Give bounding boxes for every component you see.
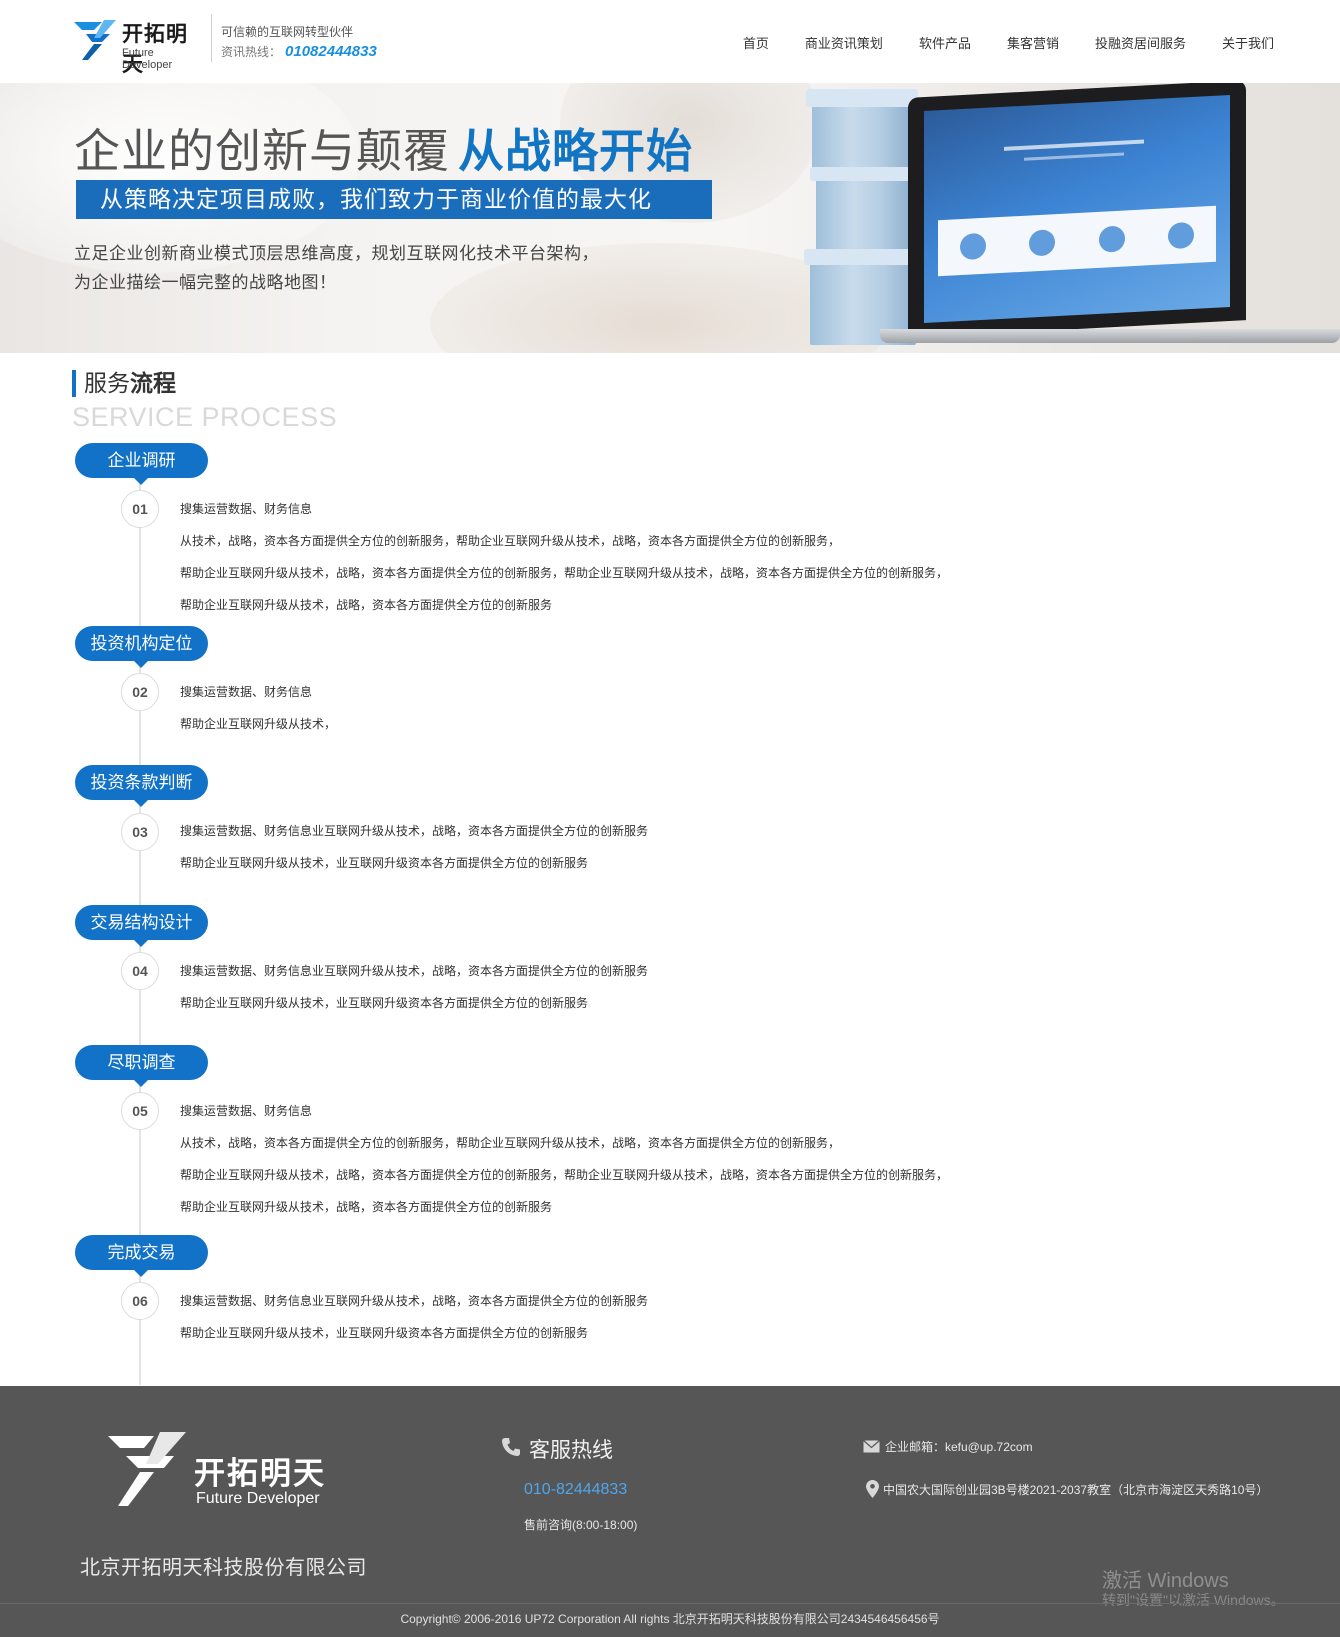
hotline-label: 资讯热线： — [221, 45, 282, 59]
footer-logo-text-en: Future Developer — [196, 1490, 320, 1507]
step-description: 搜集运营数据、财务信息 帮助企业互联网升级从技术， — [180, 676, 1040, 740]
step-line: 搜集运营数据、财务信息 — [180, 1104, 313, 1118]
banner-desc-line-2: 为企业描绘一幅完整的战略地图！ — [74, 273, 337, 292]
banner-title-main: 企业的创新与颠覆 — [74, 125, 450, 177]
step-line: 从技术，战略，资本各方面提供全方位的创新服务，帮助企业互联网升级从技术，战略，资… — [180, 534, 841, 548]
banner-desc-line-1: 立足企业创新商业模式顶层思维高度，规划互联网化技术平台架构， — [74, 244, 599, 263]
footer-company-name: 北京开拓明天科技股份有限公司 — [80, 1557, 367, 1579]
stage-label: 投资机构定位 — [75, 626, 208, 668]
box-1-lid — [806, 89, 918, 107]
step-line: 帮助企业互联网升级从技术， — [180, 717, 337, 731]
nav-item-home[interactable]: 首页 — [743, 33, 769, 52]
laptop-base — [880, 329, 1340, 343]
laptop-screen-line-2 — [1024, 152, 1124, 161]
step-line: 从技术，战略，资本各方面提供全方位的创新服务，帮助企业互联网升级从技术，战略，资… — [180, 1136, 841, 1150]
stage-label: 投资条款判断 — [75, 765, 208, 807]
section-title-bold: 流程 — [130, 370, 176, 396]
stage-label: 完成交易 — [75, 1235, 208, 1277]
header-divider — [211, 14, 212, 62]
step-description: 搜集运营数据、财务信息 从技术，战略，资本各方面提供全方位的创新服务，帮助企业互… — [180, 493, 1040, 621]
laptop-card-icon — [1029, 229, 1056, 257]
step-number: 06 — [121, 1282, 159, 1320]
box-2-lid — [810, 167, 916, 181]
footer-divider — [0, 1603, 1340, 1604]
laptop-card-icon — [1168, 221, 1195, 250]
step-line: 搜集运营数据、财务信息业互联网升级从技术，战略，资本各方面提供全方位的创新服务 — [180, 1294, 649, 1308]
banner-subtitle: 从策略决定项目成败，我们致力于商业价值的最大化 — [76, 180, 712, 219]
step-description: 搜集运营数据、财务信息 从技术，战略，资本各方面提供全方位的创新服务，帮助企业互… — [180, 1095, 1040, 1223]
header-tagline: 可信赖的互联网转型伙伴 — [221, 25, 354, 39]
footer-hotline-number[interactable]: 010-82444833 — [524, 1481, 627, 1499]
hotline-number[interactable]: 01082444833 — [285, 43, 377, 60]
step-number: 04 — [121, 952, 159, 990]
step-line: 帮助企业互联网升级从技术，战略，资本各方面提供全方位的创新服务 — [180, 598, 553, 612]
footer-hotline-title: 客服热线 — [529, 1439, 613, 1462]
stage-label: 尽职调查 — [75, 1045, 208, 1087]
phone-icon — [502, 1438, 520, 1456]
laptop-card-icon — [959, 232, 986, 261]
step-description: 搜集运营数据、财务信息业互联网升级从技术，战略，资本各方面提供全方位的创新服务 … — [180, 955, 1040, 1019]
footer-address: 中国农大国际创业园3B号楼2021-2037教室（北京市海淀区天秀路10号） — [883, 1483, 1269, 1497]
step-description: 搜集运营数据、财务信息业互联网升级从技术，战略，资本各方面提供全方位的创新服务 … — [180, 1285, 1040, 1349]
step-number: 03 — [121, 813, 159, 851]
logo-text-en: Future Developer — [122, 47, 173, 71]
section-subtitle-en: SERVICE PROCESS — [72, 402, 338, 432]
section-title-prefix: 服务 — [84, 370, 130, 396]
nav-item-business-consulting[interactable]: 商业资讯策划 — [805, 33, 883, 52]
site-header: 开拓明天 Future Developer 可信赖的互联网转型伙伴 资讯热线： 0… — [0, 0, 1340, 83]
nav-item-marketing[interactable]: 集客营销 — [1007, 33, 1059, 52]
footer-copyright: Copyright© 2006-2016 UP72 Corporation Al… — [400, 1612, 940, 1626]
logo-icon — [74, 20, 116, 60]
step-line: 帮助企业互联网升级从技术，业互联网升级资本各方面提供全方位的创新服务 — [180, 856, 589, 870]
mail-icon — [863, 1440, 880, 1453]
laptop-screen-line — [1004, 139, 1144, 151]
step-line: 搜集运营数据、财务信息业互联网升级从技术，战略，资本各方面提供全方位的创新服务 — [180, 824, 649, 838]
site-footer: 开拓明天 Future Developer 北京开拓明天科技股份有限公司 客服热… — [0, 1386, 1340, 1637]
step-line: 帮助企业互联网升级从技术，战略，资本各方面提供全方位的创新服务，帮助企业互联网升… — [180, 566, 949, 580]
step-line: 帮助企业互联网升级从技术，战略，资本各方面提供全方位的创新服务，帮助企业互联网升… — [180, 1168, 949, 1182]
banner-title: 企业的创新与颠覆 从战略开始 — [74, 115, 693, 181]
laptop-card-icon — [1098, 225, 1125, 253]
step-line: 搜集运营数据、财务信息 — [180, 685, 313, 699]
laptop-screen-content — [924, 94, 1230, 324]
main-nav: 首页 商业资讯策划 软件产品 集客营销 投融资居间服务 关于我们 — [707, 33, 1274, 52]
box-2 — [816, 175, 910, 257]
footer-email[interactable]: 企业邮箱：kefu@up.72com — [885, 1438, 1033, 1455]
banner-description: 立足企业创新商业模式顶层思维高度，规划互联网化技术平台架构， 为企业描绘一幅完整… — [74, 239, 599, 297]
header-hotline: 资讯热线： 01082444833 — [221, 43, 377, 60]
step-number: 02 — [121, 673, 159, 711]
box-1 — [812, 103, 910, 173]
banner-title-highlight: 从战略开始 — [458, 125, 693, 177]
step-number: 05 — [121, 1092, 159, 1130]
location-pin-icon — [866, 1480, 879, 1498]
step-description: 搜集运营数据、财务信息业互联网升级从技术，战略，资本各方面提供全方位的创新服务 … — [180, 815, 1040, 879]
laptop-screen-cards — [938, 205, 1216, 277]
site-logo[interactable]: 开拓明天 Future Developer — [72, 12, 202, 76]
nav-item-software-products[interactable]: 软件产品 — [919, 33, 971, 52]
windows-activation-hint: 转到"设置"以激活 Windows。 — [1102, 1592, 1285, 1608]
nav-item-investment-services[interactable]: 投融资居间服务 — [1095, 33, 1186, 52]
hero-banner: 企业的创新与颠覆 从战略开始 从策略决定项目成败，我们致力于商业价值的最大化 立足… — [0, 83, 1340, 353]
step-number: 01 — [121, 490, 159, 528]
box-3-lid — [804, 249, 922, 265]
nav-item-about-us[interactable]: 关于我们 — [1222, 33, 1274, 52]
section-title: 服务流程 — [72, 370, 176, 397]
footer-logo-icon — [108, 1432, 186, 1506]
step-line: 搜集运营数据、财务信息 — [180, 502, 313, 516]
footer-logo-text-cn: 开拓明天 — [194, 1456, 326, 1491]
laptop-illustration — [908, 83, 1246, 338]
step-line: 帮助企业互联网升级从技术，战略，资本各方面提供全方位的创新服务 — [180, 1200, 553, 1214]
step-line: 搜集运营数据、财务信息业互联网升级从技术，战略，资本各方面提供全方位的创新服务 — [180, 964, 649, 978]
stage-label: 交易结构设计 — [75, 905, 208, 947]
footer-hotline-hours: 售前咨询(8:00-18:00) — [524, 1518, 638, 1532]
windows-activation-title: 激活 Windows — [1102, 1570, 1229, 1592]
step-line: 帮助企业互联网升级从技术，业互联网升级资本各方面提供全方位的创新服务 — [180, 996, 589, 1010]
stage-label: 企业调研 — [75, 443, 208, 485]
step-line: 帮助企业互联网升级从技术，业互联网升级资本各方面提供全方位的创新服务 — [180, 1326, 589, 1340]
